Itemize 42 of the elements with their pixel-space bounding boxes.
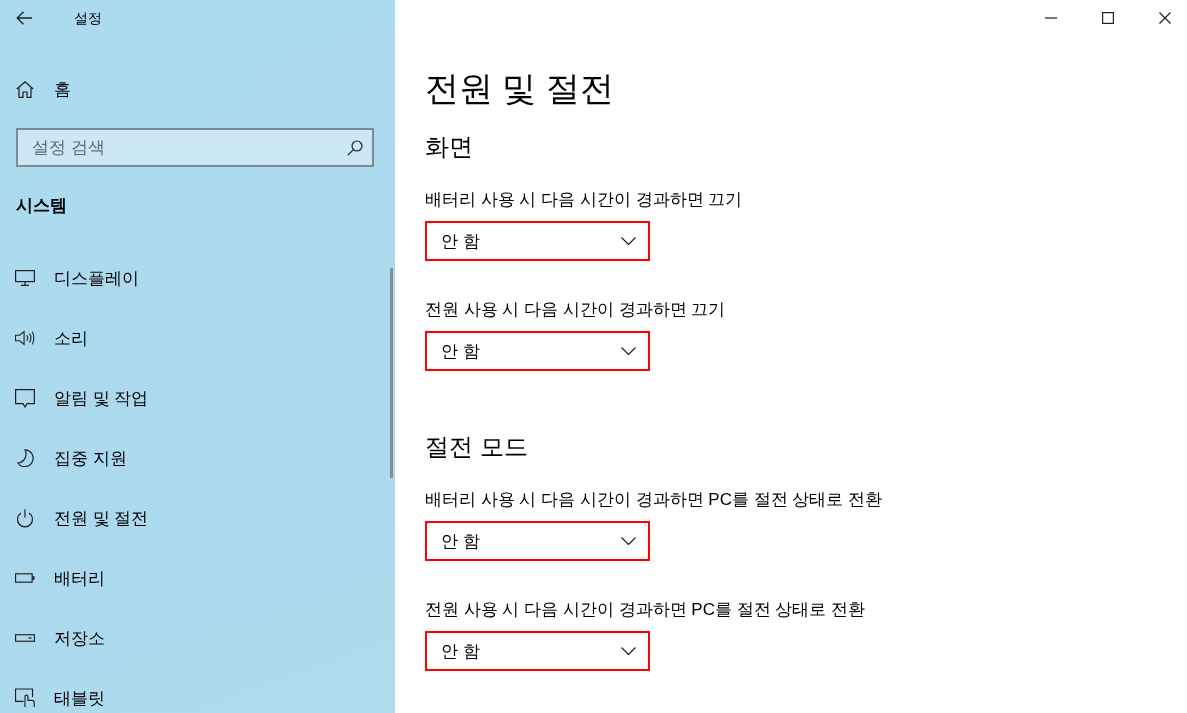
maximize-icon	[1102, 12, 1114, 24]
chevron-down-icon	[621, 347, 636, 355]
close-icon	[1159, 12, 1171, 24]
nav-item[interactable]: 소리	[0, 323, 88, 353]
nav-item[interactable]: 집중 지원	[0, 443, 127, 473]
window-title: 설정	[74, 9, 102, 28]
dropdown[interactable]: 안 함	[425, 521, 650, 561]
nav-item[interactable]: 태블릿	[0, 683, 105, 713]
back-arrow-icon	[16, 11, 32, 25]
setting-label: 전원 사용 시 다음 시간이 경과하면 PC를 절전 상태로 전환	[425, 599, 866, 621]
tablet-touch-icon	[15, 688, 35, 708]
chevron-down-icon	[621, 537, 636, 545]
home-nav-item[interactable]: 홈	[0, 69, 71, 109]
section-heading: 화면	[425, 132, 473, 162]
search-icon	[347, 140, 363, 156]
scrollbar-thumb[interactable]	[390, 268, 393, 478]
nav-item[interactable]: 저장소	[0, 623, 105, 653]
moon-icon	[16, 449, 34, 467]
speaker-icon	[15, 330, 35, 346]
chevron-down-icon	[621, 237, 636, 245]
battery-icon	[15, 573, 35, 583]
dropdown[interactable]: 안 함	[425, 331, 650, 371]
section-heading: 절전 모드	[425, 432, 528, 462]
home-icon	[16, 80, 34, 98]
monitor-icon	[15, 270, 35, 286]
nav-item[interactable]: 배터리	[0, 563, 105, 593]
page-title: 전원 및 절전	[425, 68, 614, 109]
search-field[interactable]: 설정 검색	[16, 128, 374, 167]
power-icon	[16, 508, 34, 528]
nav-item[interactable]: 디스플레이	[0, 263, 139, 293]
speech-bubble-icon	[15, 388, 35, 408]
minimize-icon	[1045, 17, 1057, 19]
setting-label: 전원 사용 시 다음 시간이 경과하면 끄기	[425, 299, 726, 321]
section-title: 시스템	[16, 195, 67, 217]
dropdown[interactable]: 안 함	[425, 631, 650, 671]
chevron-down-icon	[621, 647, 636, 655]
setting-label: 배터리 사용 시 다음 시간이 경과하면 끄기	[425, 189, 743, 211]
setting-label: 배터리 사용 시 다음 시간이 경과하면 PC를 절전 상태로 전환	[425, 489, 883, 511]
nav-item[interactable]: 전원 및 절전	[0, 503, 149, 533]
nav-item[interactable]: 알림 및 작업	[0, 383, 149, 413]
dropdown[interactable]: 안 함	[425, 221, 650, 261]
drive-icon	[15, 634, 35, 642]
